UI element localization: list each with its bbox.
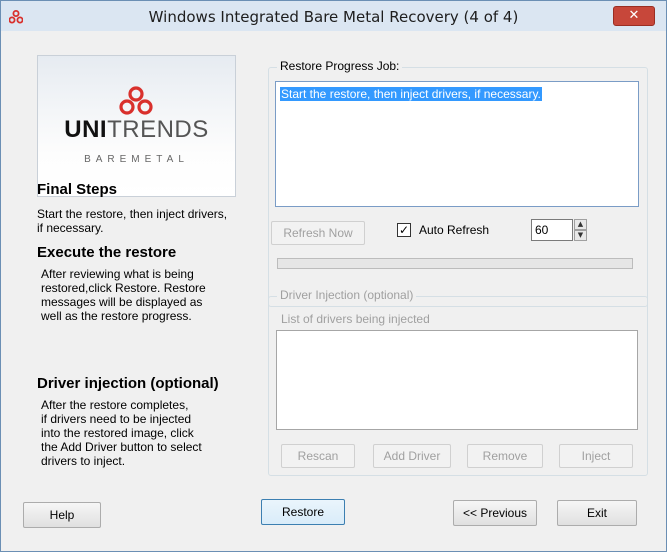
spin-down-icon: ▼ [577, 231, 584, 239]
text-line: if necessary. [37, 221, 104, 235]
driver-injection-heading: Driver injection (optional) [37, 375, 219, 392]
close-icon: ✕ [628, 8, 640, 23]
text-line: restored,click Restore. Restore [41, 281, 206, 295]
text-line: Start the restore, then inject drivers, [37, 207, 228, 221]
help-button[interactable]: Help [23, 502, 101, 528]
logo-wordmark-bold: UNI [64, 116, 108, 143]
title-bar: Windows Integrated Bare Metal Recovery (… [1, 1, 666, 31]
text-line: if drivers need to be injected [41, 412, 192, 426]
logo-wordmark-light: TRENDS [107, 116, 209, 143]
driver-list[interactable] [276, 330, 638, 430]
interval-down-button[interactable]: ▼ [574, 230, 587, 241]
auto-refresh-label: Auto Refresh [419, 223, 490, 237]
interval-up-button[interactable]: ▲ [574, 219, 587, 230]
window-title: Windows Integrated Bare Metal Recovery (… [148, 8, 519, 26]
restore-log-selected-text: Start the restore, then inject drivers, … [280, 87, 542, 101]
refresh-now-button[interactable]: Refresh Now [271, 221, 365, 245]
final-steps-text: Start the restore, then inject drivers, … [37, 207, 227, 235]
add-driver-button[interactable]: Add Driver [373, 444, 451, 468]
execute-restore-text: After reviewing what is being restored,c… [41, 267, 206, 323]
logo-wordmark: UNITRENDS [38, 116, 235, 144]
text-line: drivers to inject. [41, 454, 126, 468]
bmr-wizard-window: Windows Integrated Bare Metal Recovery (… [0, 0, 667, 552]
driver-list-label: List of drivers being injected [281, 312, 430, 326]
previous-button[interactable]: << Previous [453, 500, 537, 526]
text-line: After the restore completes, [41, 398, 189, 412]
auto-refresh-checkbox[interactable]: ✓ [397, 223, 411, 237]
restore-progress-log[interactable]: Start the restore, then inject drivers, … [275, 81, 639, 207]
text-line: well as the restore progress. [41, 309, 192, 323]
final-steps-heading: Final Steps [37, 181, 118, 198]
refresh-interval-input[interactable]: 60 [531, 219, 573, 241]
wizard-body: UNITRENDS BAREMETAL Final Steps Start th… [7, 31, 659, 545]
driver-injection-text: After the restore completes, if drivers … [41, 398, 202, 468]
logo-subtitle: BAREMETAL [84, 154, 189, 165]
text-line: into the restored image, click [41, 426, 194, 440]
restore-button[interactable]: Restore [261, 499, 345, 525]
exit-button[interactable]: Exit [557, 500, 637, 526]
restore-progress-label: Restore Progress Job: [277, 59, 403, 73]
unitrends-logo: UNITRENDS BAREMETAL [37, 55, 236, 197]
restore-progress-bar [277, 258, 633, 269]
text-line: After reviewing what is being [41, 267, 194, 281]
execute-restore-heading: Execute the restore [37, 244, 177, 261]
text-line: messages will be displayed as [41, 295, 203, 309]
unitrends-logo-dots-icon [119, 86, 153, 115]
driver-injection-group-label: Driver Injection (optional) [277, 288, 417, 302]
inject-button[interactable]: Inject [559, 444, 633, 468]
checkmark-icon: ✓ [398, 223, 410, 237]
spin-up-icon: ▲ [577, 220, 584, 228]
text-line: the Add Driver button to select [41, 440, 202, 454]
rescan-button[interactable]: Rescan [281, 444, 355, 468]
remove-driver-button[interactable]: Remove [467, 444, 543, 468]
close-button[interactable]: ✕ [613, 6, 655, 26]
